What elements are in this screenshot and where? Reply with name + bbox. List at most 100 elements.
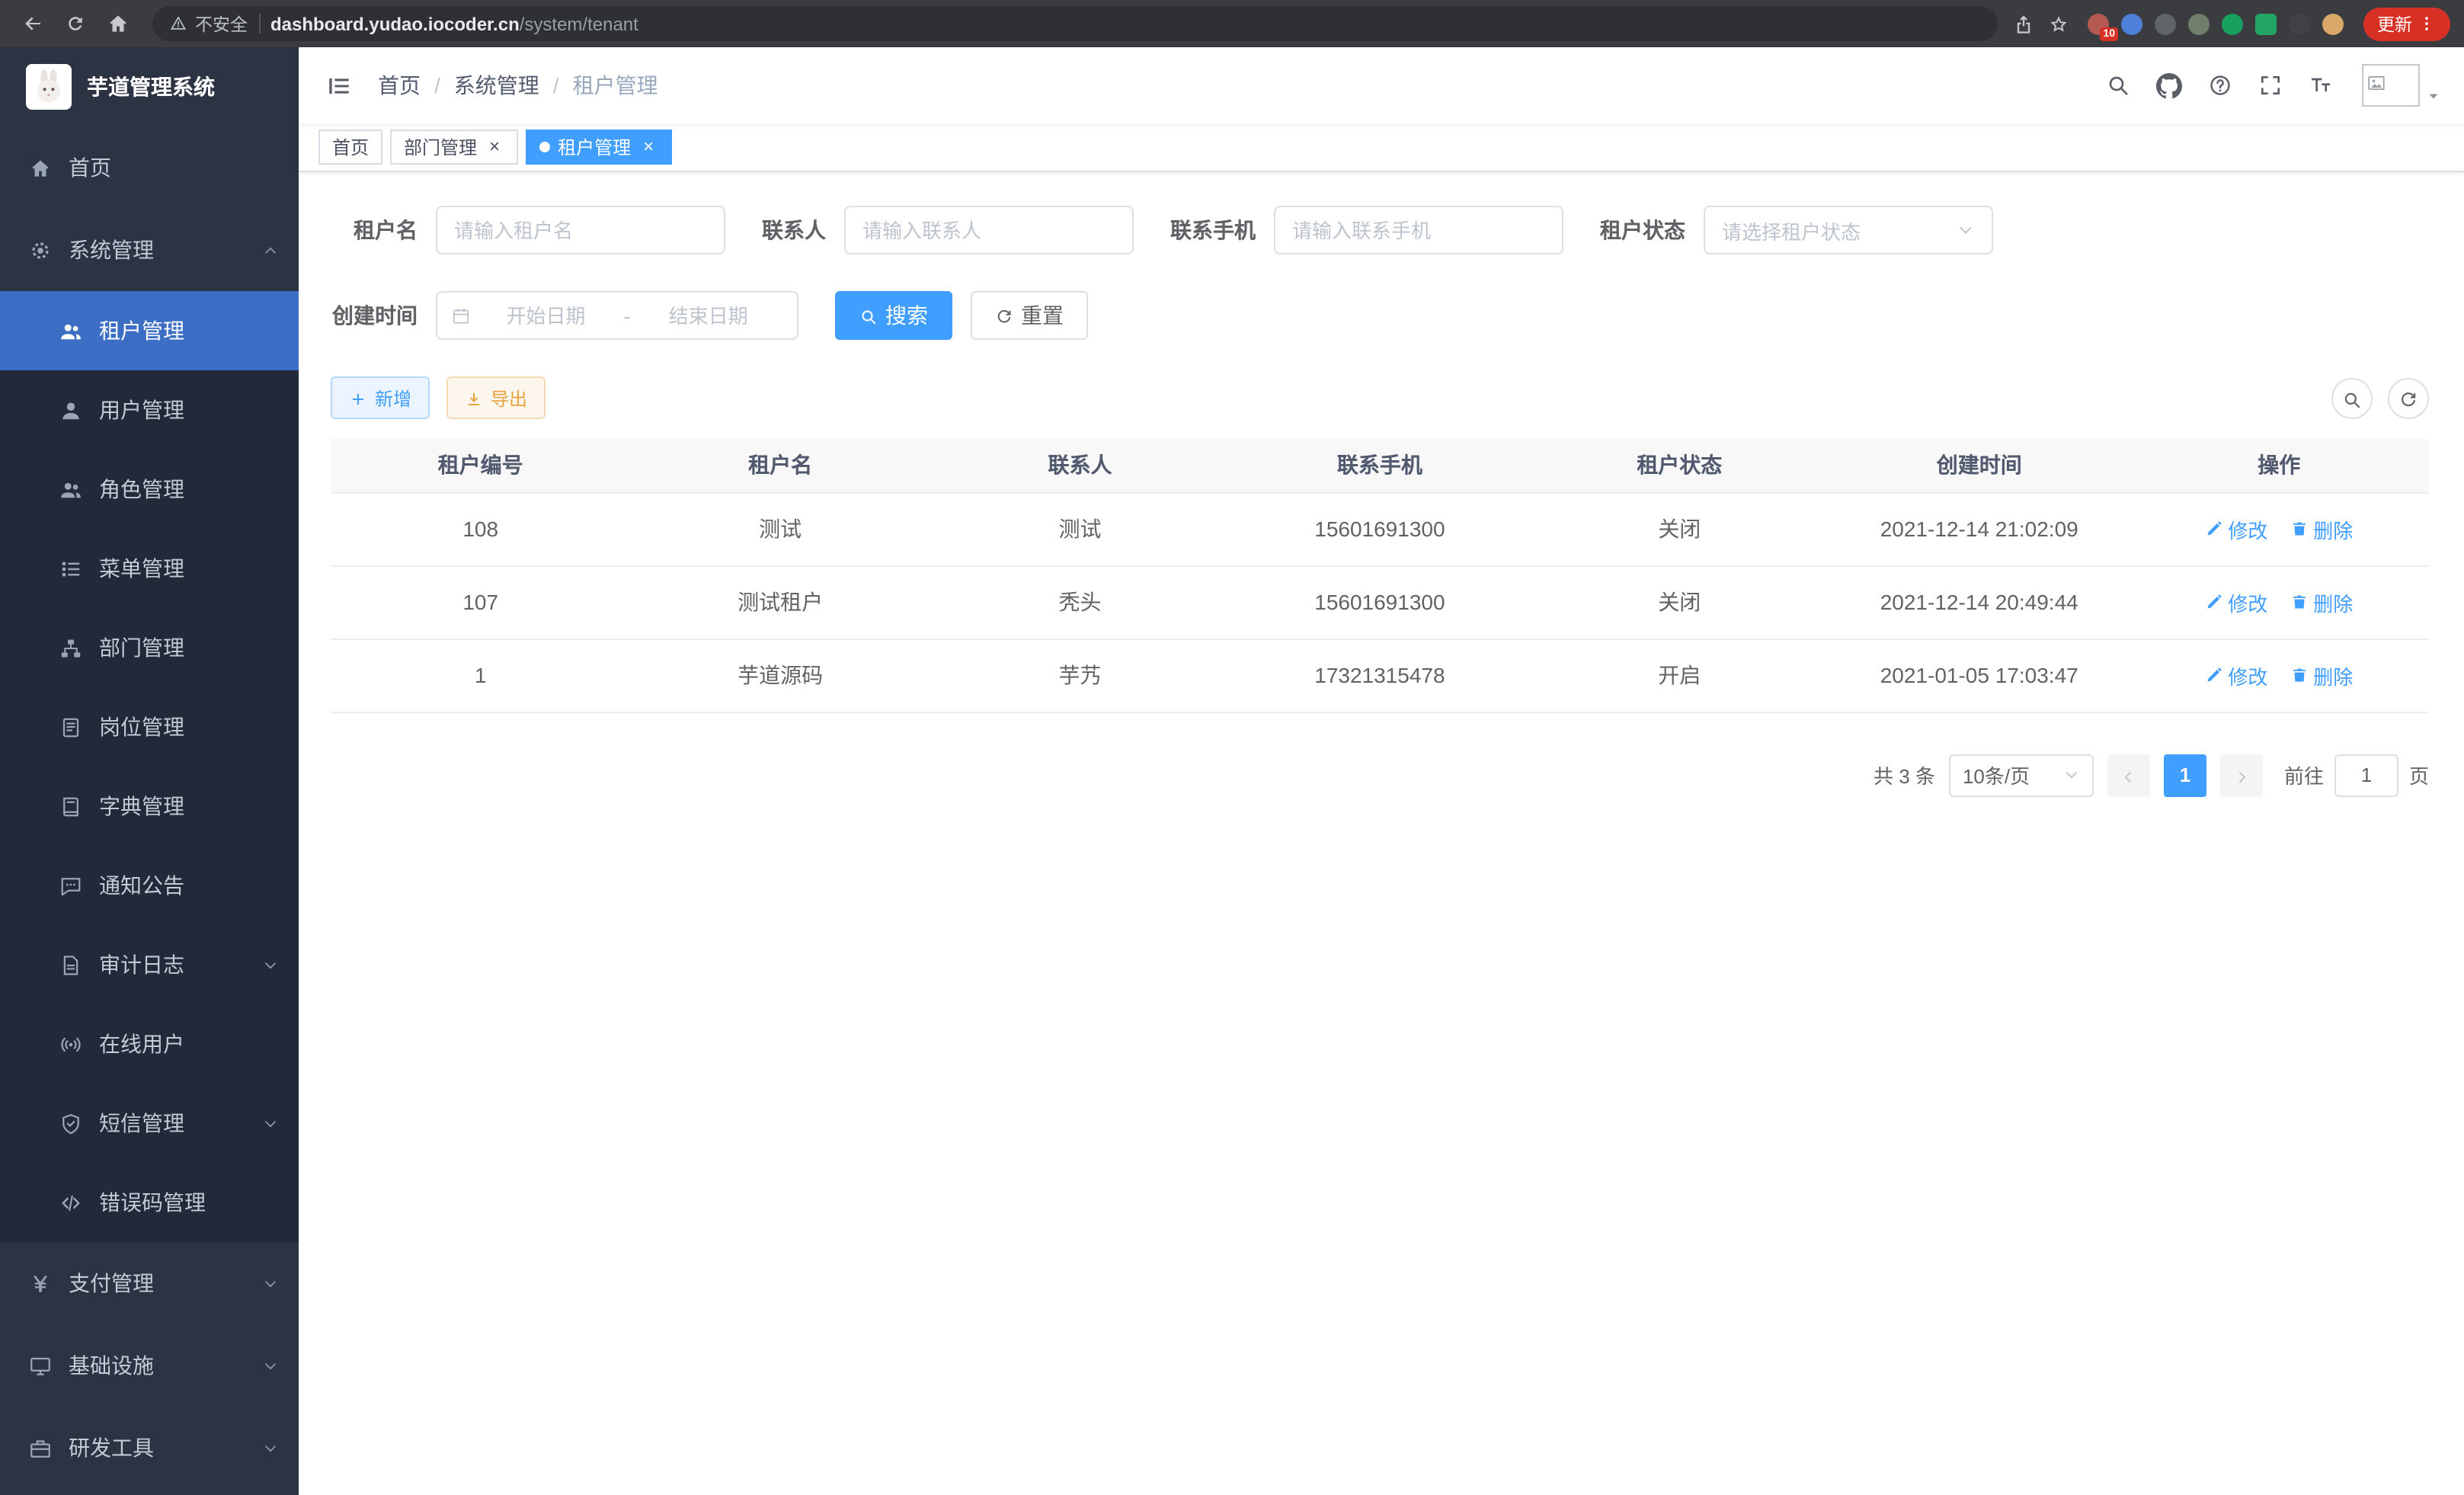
sidebar-item-menu[interactable]: 菜单管理	[0, 529, 299, 608]
tab-home[interactable]: 首页	[318, 130, 382, 165]
reset-button[interactable]: 重置	[971, 291, 1088, 340]
fullscreen-toggle-button[interactable]	[2258, 73, 2283, 98]
sidebar-item-error-code[interactable]: 错误码管理	[0, 1163, 299, 1242]
tab-label: 首页	[332, 134, 369, 160]
goto-page-input[interactable]	[2334, 754, 2398, 796]
back-button[interactable]	[14, 5, 52, 43]
refresh-table-button[interactable]	[2388, 377, 2429, 418]
extension-password-icon[interactable]: 10	[2088, 13, 2109, 34]
browser-toolbar: 不安全 dashboard.yudao.iocoder.cn/system/te…	[0, 0, 2464, 47]
create-time-range-picker[interactable]: -	[436, 291, 798, 340]
cell-tenant-id: 108	[331, 492, 630, 565]
update-label: 更新	[2377, 11, 2412, 36]
breadcrumb-item[interactable]: 系统管理	[454, 70, 539, 101]
status-label: 租户状态	[1600, 215, 1704, 245]
docs-help-button[interactable]	[2208, 73, 2232, 98]
sidebar-item-label: 基础设施	[69, 1350, 245, 1381]
start-date-input[interactable]	[471, 304, 621, 327]
chevron-down-icon	[1957, 221, 1975, 239]
chevron-left-icon	[2120, 764, 2138, 786]
goto-label: 前往	[2284, 760, 2324, 789]
navbar-action-buttons	[2106, 72, 2333, 98]
sidebar-item-home[interactable]: 首页	[0, 126, 299, 209]
extension-dark-icon[interactable]	[2289, 13, 2310, 34]
delete-button[interactable]: 删除	[2290, 587, 2353, 616]
sidebar-item-online-user[interactable]: 在线用户	[0, 1004, 299, 1084]
sidebar-item-tenant[interactable]: 租户管理	[0, 291, 299, 370]
sidebar-item-post[interactable]: 岗位管理	[0, 687, 299, 767]
page-size-select[interactable]: 10条/页	[1949, 754, 2094, 796]
extension-green-icon[interactable]	[2222, 13, 2243, 34]
address-bar[interactable]: 不安全 dashboard.yudao.iocoder.cn/system/te…	[152, 6, 1998, 41]
dict-book-icon	[59, 795, 82, 818]
extension-green-square-icon[interactable]	[2255, 13, 2277, 34]
sidebar-item-system[interactable]: 系统管理	[0, 209, 299, 291]
user-menu[interactable]	[2362, 64, 2441, 107]
sidebar-item-user[interactable]: 用户管理	[0, 370, 299, 450]
delete-button[interactable]: 删除	[2290, 661, 2353, 690]
extension-gray-icon[interactable]	[2155, 13, 2176, 34]
toggle-search-button[interactable]	[2331, 377, 2373, 418]
bookmark-button[interactable]	[2048, 13, 2069, 34]
extension-blue-icon[interactable]	[2121, 13, 2142, 34]
header-search-button[interactable]	[2106, 73, 2130, 98]
avatar[interactable]	[2362, 64, 2420, 107]
app-logo[interactable]: 芋道管理系统	[0, 47, 299, 126]
sidebar-item-notice[interactable]: 通知公告	[0, 846, 299, 925]
sidebar-item-audit-log[interactable]: 审计日志	[0, 925, 299, 1004]
chevron-right-icon	[2232, 767, 2251, 786]
font-size-setting-button[interactable]	[2309, 73, 2333, 98]
contact-input[interactable]	[844, 206, 1134, 255]
sidebar-item-pay[interactable]: 支付管理	[0, 1242, 299, 1324]
edit-button[interactable]: 修改	[2205, 661, 2267, 690]
next-page-button[interactable]	[2220, 754, 2263, 796]
page-1-button[interactable]: 1	[2164, 754, 2206, 796]
column-header: 租户名	[630, 439, 930, 492]
star-icon	[2048, 13, 2069, 34]
breadcrumb-item[interactable]: 首页	[378, 70, 421, 101]
search-icon	[2106, 73, 2130, 98]
tenant-name-input[interactable]	[436, 206, 725, 255]
home-button[interactable]	[99, 5, 137, 43]
home-icon	[29, 156, 52, 179]
chevron-up-icon	[262, 242, 279, 258]
add-button[interactable]: 新增	[331, 376, 430, 419]
tab-dept[interactable]: 部门管理×	[390, 130, 518, 165]
refresh-icon	[995, 309, 1013, 327]
security-chip[interactable]: 不安全	[169, 11, 248, 36]
tab-tenant[interactable]: 租户管理×	[526, 130, 672, 165]
share-button[interactable]	[2013, 13, 2034, 34]
update-button[interactable]: 更新	[2363, 7, 2450, 40]
sidebar-item-label: 支付管理	[69, 1268, 245, 1298]
tab-close-icon[interactable]: ×	[638, 137, 658, 157]
extensions-area: 10	[2088, 13, 2344, 34]
breadcrumb-item: 租户管理	[573, 70, 658, 101]
profile-avatar-icon[interactable]	[2322, 13, 2344, 34]
reload-button[interactable]	[56, 5, 94, 43]
sidebar-item-dev-tool[interactable]: 研发工具	[0, 1407, 299, 1489]
edit-button[interactable]: 修改	[2205, 587, 2267, 616]
end-date-input[interactable]	[633, 304, 783, 327]
sidebar-collapse-button[interactable]	[311, 58, 366, 113]
sidebar-item-label: 用户管理	[99, 395, 279, 425]
phone-input[interactable]	[1274, 206, 1563, 255]
tab-close-icon[interactable]: ×	[485, 137, 504, 157]
github-link-button[interactable]	[2156, 72, 2182, 98]
edit-icon	[2205, 520, 2223, 538]
sidebar-item-dept[interactable]: 部门管理	[0, 608, 299, 687]
online-signal-icon	[59, 1032, 82, 1055]
sidebar-item-role[interactable]: 角色管理	[0, 450, 299, 529]
prev-page-button[interactable]	[2107, 754, 2150, 796]
search-button[interactable]: 搜索	[835, 291, 952, 340]
sidebar-item-dict[interactable]: 字典管理	[0, 767, 299, 846]
sidebar-item-infra[interactable]: 基础设施	[0, 1324, 299, 1407]
export-button[interactable]: 导出	[446, 376, 546, 419]
edit-button[interactable]: 修改	[2205, 514, 2267, 543]
table-row: 108测试测试15601691300关闭2021-12-14 21:02:09修…	[331, 492, 2429, 565]
status-select[interactable]: 请选择租户状态	[1704, 206, 1993, 255]
trash-icon	[2290, 520, 2309, 538]
menu-dots-icon[interactable]	[2417, 14, 2437, 34]
sidebar-item-sms[interactable]: 短信管理	[0, 1084, 299, 1163]
delete-button[interactable]: 删除	[2290, 514, 2353, 543]
extension-olive-icon[interactable]	[2188, 13, 2210, 34]
